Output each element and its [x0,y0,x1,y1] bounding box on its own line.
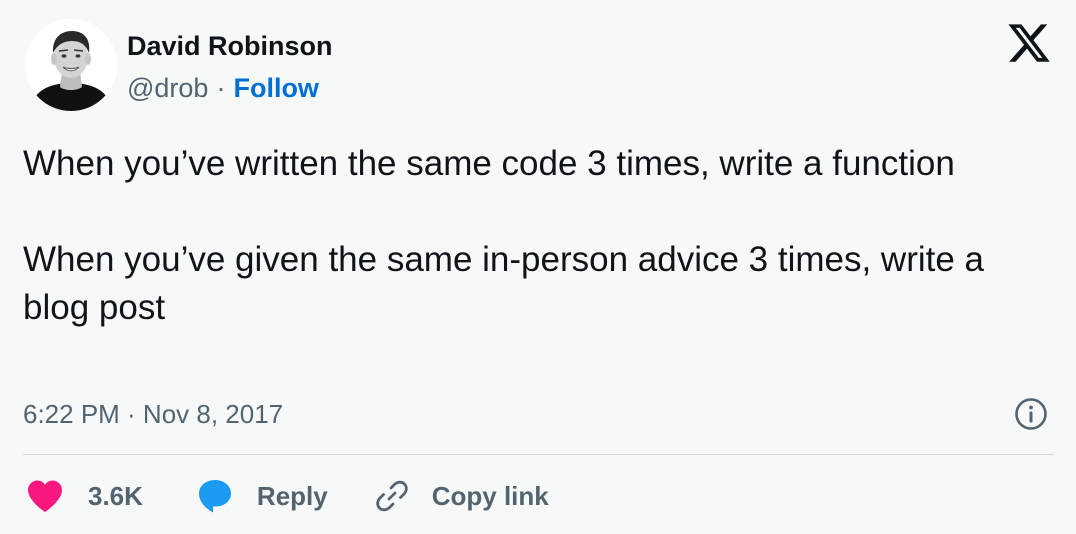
author-name[interactable]: David Robinson [127,30,333,62]
tweet-text: When you’ve written the same code 3 time… [23,140,1023,332]
divider [23,454,1054,455]
copy-link-label: Copy link [431,480,549,511]
tweet-card: David Robinson @drob · Follow When you’ve … [0,0,1076,534]
tweet-paragraph: When you’ve given the same in-person adv… [23,240,985,327]
tweet-timestamp[interactable]: 6:22 PM · Nov 8, 2017 [23,396,283,432]
copy-link-button[interactable]: Copy link [374,478,549,514]
author-avatar[interactable] [25,19,117,111]
speech-bubble-icon [197,478,233,514]
info-icon[interactable] [1014,397,1048,431]
tweet-actions: 3.6K Reply Copy link [26,474,549,518]
like-button[interactable]: 3.6K [26,479,143,513]
follow-button[interactable]: Follow [233,73,318,103]
author-handle[interactable]: @drob [127,73,208,103]
reply-button[interactable]: Reply [197,478,328,514]
reply-label: Reply [256,480,328,511]
avatar-photo [25,19,117,111]
author-meta: @drob · Follow [127,72,319,104]
meta-separator: · [216,73,226,103]
x-logo-icon[interactable] [1006,20,1052,66]
link-icon [374,478,410,514]
tweet-paragraph: When you’ve written the same code 3 time… [23,144,955,183]
likes-count: 3.6K [88,480,143,511]
heart-icon [26,479,64,513]
